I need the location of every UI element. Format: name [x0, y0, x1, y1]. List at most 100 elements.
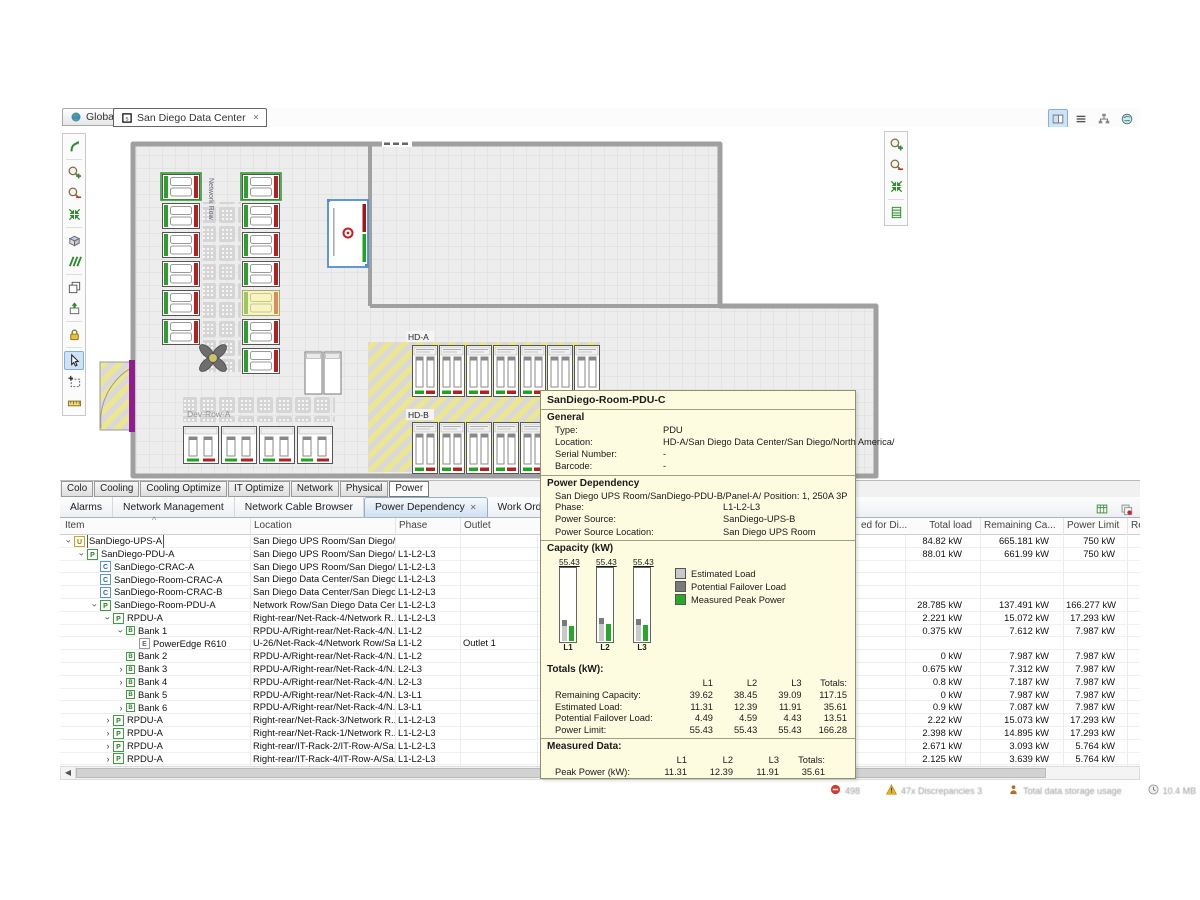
- cell-power-limit: 17.293 kW: [1063, 714, 1127, 727]
- cell-total-load: [905, 561, 980, 574]
- cell-total-load: [905, 573, 980, 586]
- tree-expander-icon[interactable]: ›: [63, 536, 75, 546]
- close-tab-icon[interactable]: ✕: [253, 113, 260, 122]
- world-icon[interactable]: [1117, 109, 1137, 128]
- column-header-remaining-capacity[interactable]: Remaining Ca...: [980, 518, 1063, 535]
- cell-location: RPDU-A/Right-rear/Net-Rack-4/N...: [250, 676, 395, 689]
- view-tab-network-management[interactable]: Network Management: [113, 497, 235, 517]
- totals-column-header: L2: [689, 754, 735, 766]
- export-icon[interactable]: [64, 299, 84, 318]
- totals-column-header: L1: [643, 754, 689, 766]
- column-header-power-limit[interactable]: Power Limit: [1063, 518, 1127, 535]
- fit-view-icon[interactable]: [64, 205, 84, 224]
- cell-phase: L1-L2-L3: [395, 612, 460, 625]
- field-label: Power Source:: [555, 514, 723, 526]
- tree-expander-icon[interactable]: ›: [103, 753, 113, 765]
- cell-remaining-capacity: 661.99 kW: [980, 548, 1063, 561]
- legend-swatch: [675, 594, 686, 605]
- undo-icon[interactable]: [64, 137, 84, 156]
- status-item[interactable]: 47x Discrepancies 3: [886, 782, 982, 800]
- ruler-icon[interactable]: [64, 393, 84, 412]
- toolbar-separator: [66, 321, 82, 322]
- layer-tab-power[interactable]: Power: [389, 481, 429, 497]
- tree-expander-icon[interactable]: ›: [116, 663, 126, 675]
- exterior-hatched-area: [100, 362, 132, 430]
- node-type-icon-b: B: [126, 652, 135, 661]
- view-tab-power-dependency[interactable]: Power Dependency✕: [364, 497, 488, 517]
- tab-san-diego-data-center[interactable]: s San Diego Data Center ✕: [113, 108, 267, 127]
- node-type-icon-p: P: [113, 741, 124, 752]
- column-header-re[interactable]: Re: [1127, 518, 1140, 535]
- totals-value: 13.51: [804, 713, 849, 725]
- tree-expander-icon[interactable]: ›: [89, 600, 101, 610]
- filter-icon[interactable]: [1116, 499, 1136, 518]
- column-header-ed-for-di[interactable]: ed for Di...: [858, 518, 910, 535]
- general-fields: Type:PDULocation:HD-A/San Diego Data Cen…: [547, 425, 849, 473]
- view-tab-label: Alarms: [70, 502, 102, 513]
- network-row-racks-right[interactable]: [241, 173, 281, 374]
- item-name: PowerEdge R610: [153, 638, 227, 650]
- measure-icon[interactable]: [64, 252, 84, 271]
- rack-view-icon[interactable]: [886, 203, 906, 222]
- export-table-icon[interactable]: [1092, 499, 1112, 518]
- door[interactable]: [129, 360, 135, 432]
- three-d-view-icon[interactable]: [64, 231, 84, 250]
- tree-expander-icon[interactable]: ›: [116, 676, 126, 688]
- legend-label: Measured Peak Power: [691, 595, 785, 605]
- tree-expander-icon[interactable]: ›: [115, 626, 127, 636]
- column-header-location[interactable]: Location: [250, 518, 395, 535]
- status-item[interactable]: Total data storage usage: [1008, 782, 1122, 800]
- view-tab-alarms[interactable]: Alarms: [60, 497, 113, 517]
- view-menu-icon[interactable]: [1071, 109, 1091, 128]
- cell-total-load: 0.9 kW: [905, 701, 980, 714]
- user-badge-icon: [1008, 782, 1019, 800]
- column-header-outlet[interactable]: Outlet: [460, 518, 537, 535]
- tree-expander-icon[interactable]: ›: [76, 549, 88, 559]
- select-cursor-icon[interactable]: [64, 351, 84, 370]
- capacity-bar-l3: 55.43L3: [633, 557, 651, 653]
- split-editor-icon[interactable]: [1048, 109, 1068, 128]
- cell-power-limit: 750 kW: [1063, 548, 1127, 561]
- node-type-icon-p: P: [100, 600, 111, 611]
- fit-view-icon[interactable]: [886, 177, 906, 196]
- zoom-in-icon[interactable]: [64, 163, 84, 182]
- lock-icon[interactable]: [64, 325, 84, 344]
- tree-expander-icon[interactable]: ›: [103, 714, 113, 726]
- layer-tab-cooling-optimize[interactable]: Cooling Optimize: [140, 481, 227, 497]
- layer-tab-network[interactable]: Network: [291, 481, 339, 497]
- cell-total-load: 0 kW: [905, 689, 980, 702]
- totals-value: 11.31: [643, 766, 689, 778]
- hd-b-label: HD-B: [408, 410, 429, 420]
- node-type-icon-b: B: [126, 703, 135, 712]
- tree-expander-icon[interactable]: ›: [103, 740, 113, 752]
- scroll-left-arrow-icon[interactable]: ◀: [61, 767, 76, 779]
- capacity-bar-chart: Estimated LoadPotential Failover LoadMea…: [547, 557, 849, 661]
- layer-tab-it-optimize[interactable]: IT Optimize: [228, 481, 290, 497]
- layer-tab-physical[interactable]: Physical: [340, 481, 388, 497]
- copy-icon[interactable]: [64, 278, 84, 297]
- column-header-total-load[interactable]: Total load: [905, 518, 980, 535]
- item-name: Bank 5: [138, 689, 167, 701]
- bar-max-label: 55.43: [559, 557, 577, 567]
- cell-outlet: [460, 650, 537, 663]
- close-view-icon[interactable]: ✕: [470, 503, 477, 512]
- zoom-out-icon[interactable]: [64, 184, 84, 203]
- column-header-phase[interactable]: Phase: [395, 518, 460, 535]
- layer-tab-colo[interactable]: Colo: [61, 481, 93, 497]
- pdu-panel[interactable]: [327, 199, 368, 267]
- cell-outlet: Outlet 1: [460, 637, 537, 650]
- tree-expander-icon[interactable]: ›: [103, 727, 113, 739]
- hierarchy-icon[interactable]: [1094, 109, 1114, 128]
- tree-expander-icon[interactable]: ›: [116, 702, 126, 714]
- view-tab-network-cable-browser[interactable]: Network Cable Browser: [235, 497, 364, 517]
- toolbar-separator: [66, 227, 82, 228]
- marquee-select-icon[interactable]: [64, 372, 84, 391]
- bar-max-label: 55.43: [596, 557, 614, 567]
- zoom-in-icon[interactable]: [886, 135, 906, 154]
- hd-a-row[interactable]: [413, 346, 600, 397]
- status-item[interactable]: 498: [830, 782, 860, 800]
- status-item[interactable]: 10.4 MB: [1148, 782, 1197, 800]
- layer-tab-cooling[interactable]: Cooling: [94, 481, 139, 497]
- zoom-out-icon[interactable]: [886, 156, 906, 175]
- tree-expander-icon[interactable]: ›: [102, 613, 114, 623]
